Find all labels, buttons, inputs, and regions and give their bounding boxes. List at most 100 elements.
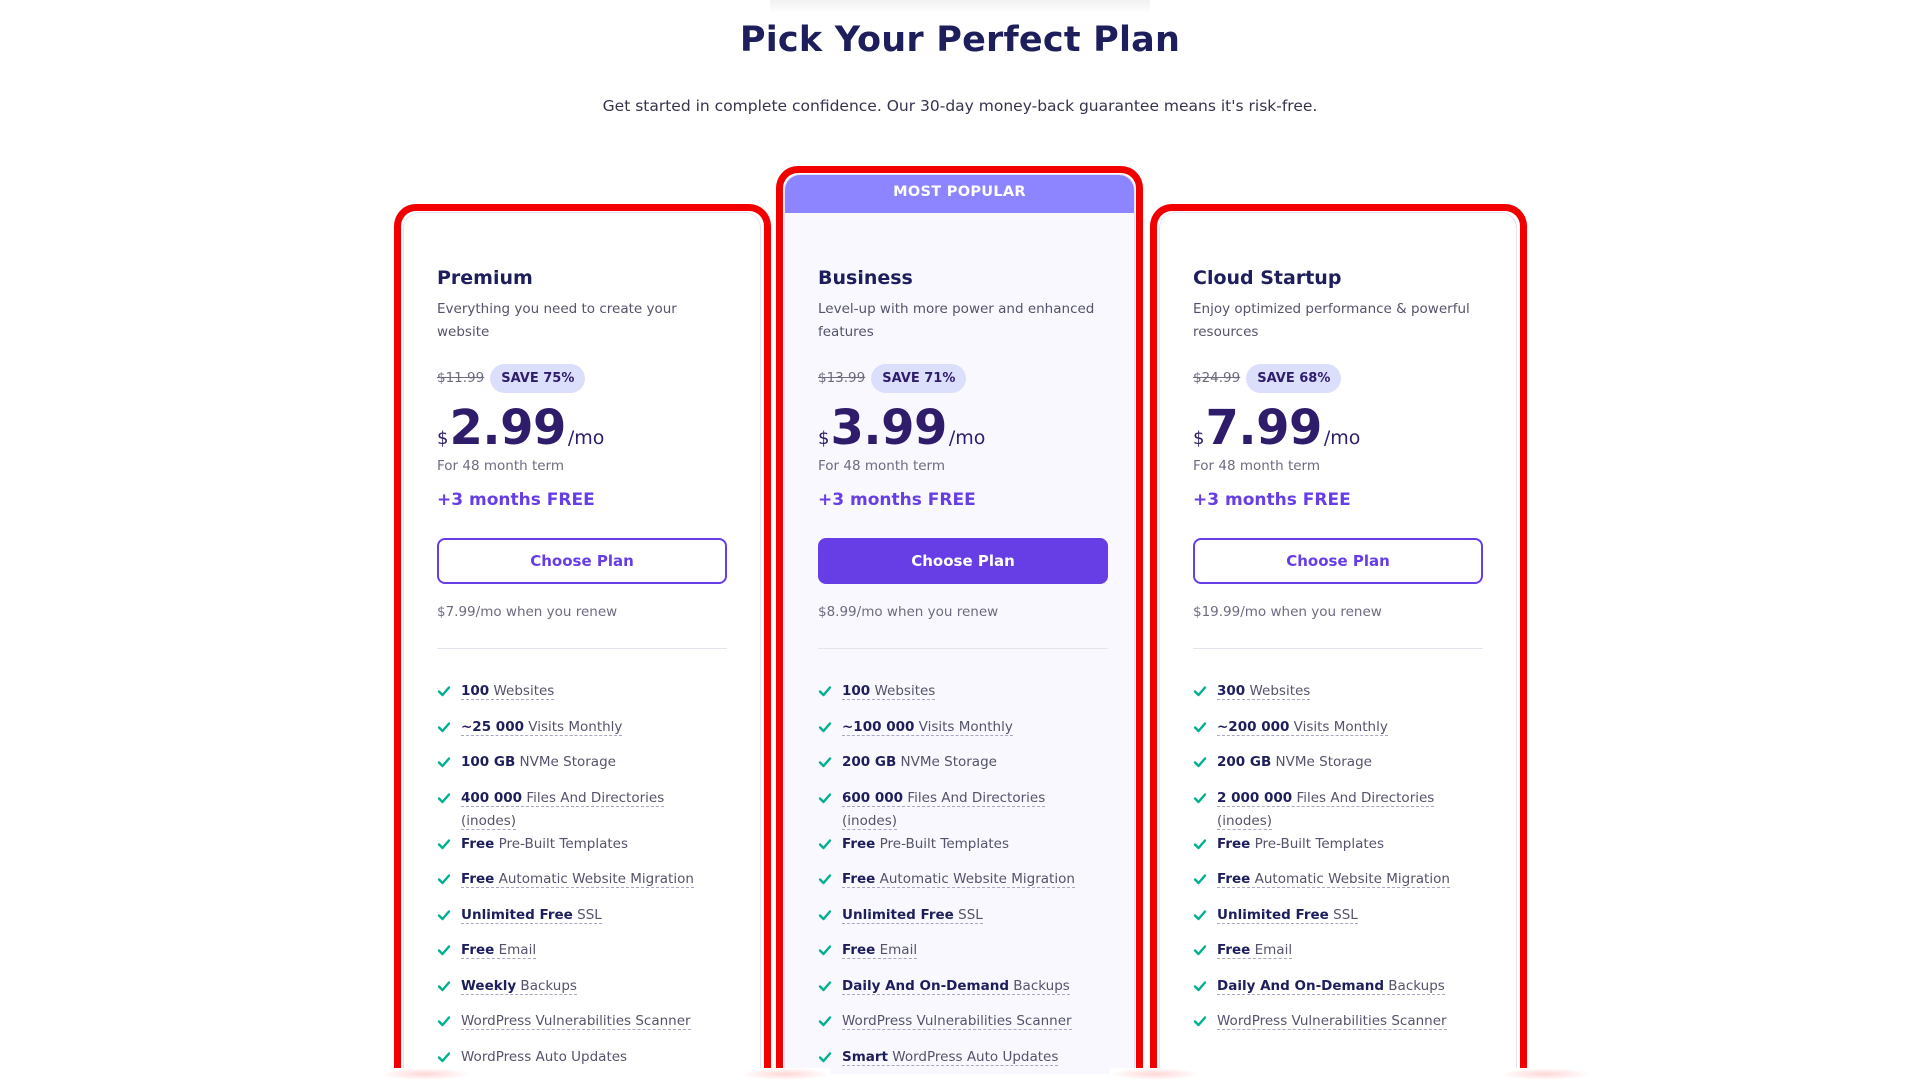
- check-icon: [1193, 980, 1207, 991]
- feature-text: Free Pre-Built Templates: [1217, 833, 1384, 856]
- bottom-fade: [1500, 1068, 1590, 1080]
- divider: [1193, 648, 1483, 649]
- discount-row: $24.99 SAVE 68%: [1193, 362, 1486, 394]
- check-icon: [1193, 686, 1207, 697]
- price: $ 2.99 /mo: [437, 400, 730, 456]
- feature-text[interactable]: Free Email: [842, 939, 918, 962]
- feature-item: WordPress Vulnerabilities Scanner: [1193, 1010, 1486, 1046]
- feature-text[interactable]: Daily And On-Demand Backups: [842, 975, 1070, 998]
- feature-text[interactable]: Unlimited Free SSL: [842, 904, 983, 927]
- feature-item: Free Automatic Website Migration: [437, 868, 730, 904]
- plan-description: Level-up with more power and enhanced fe…: [818, 301, 1095, 340]
- feature-text[interactable]: 100 Websites: [842, 680, 936, 703]
- feature-item: Free Pre-Built Templates: [437, 833, 730, 869]
- feature-text[interactable]: Weekly Backups: [461, 975, 577, 998]
- feature-text[interactable]: Daily And On-Demand Backups: [1217, 975, 1445, 998]
- bonus-offer: +3 months FREE: [818, 490, 976, 510]
- feature-highlight: 200 GB: [842, 754, 897, 770]
- feature-text[interactable]: 2 000 000 Files And Directories (inodes): [1217, 787, 1467, 833]
- feature-text[interactable]: Free Email: [461, 939, 537, 962]
- choose-plan-button[interactable]: Choose Plan: [1193, 538, 1483, 584]
- price-period: /mo: [948, 427, 986, 449]
- feature-item: Free Automatic Website Migration: [1193, 868, 1486, 904]
- feature-highlight: 100: [461, 683, 490, 699]
- feature-text[interactable]: ~25 000 Visits Monthly: [461, 716, 623, 739]
- feature-highlight: Unlimited Free: [842, 906, 954, 923]
- choose-plan-button[interactable]: Choose Plan: [437, 538, 727, 584]
- feature-label: WordPress Vulnerabilities Scanner: [461, 1013, 691, 1029]
- check-icon: [1193, 721, 1207, 732]
- feature-text[interactable]: 400 000 Files And Directories (inodes): [461, 787, 711, 833]
- feature-label: NVMe Storage: [1271, 754, 1372, 770]
- feature-text[interactable]: Free Automatic Website Migration: [842, 868, 1075, 891]
- feature-label: WordPress Auto Updates: [461, 1048, 628, 1065]
- check-icon: [437, 721, 451, 732]
- feature-text[interactable]: WordPress Vulnerabilities Scanner: [842, 1010, 1072, 1033]
- feature-text[interactable]: WordPress Vulnerabilities Scanner: [1217, 1010, 1447, 1033]
- feature-text: WordPress Auto Updates: [461, 1046, 627, 1069]
- feature-item: 200 GB NVMe Storage: [1193, 751, 1486, 787]
- feature-text[interactable]: 600 000 Files And Directories (inodes): [842, 787, 1092, 833]
- choose-plan-button[interactable]: Choose Plan: [818, 538, 1108, 584]
- price: $ 7.99 /mo: [1193, 400, 1486, 456]
- check-icon: [818, 792, 832, 803]
- feature-highlight: ~100 000: [842, 718, 915, 735]
- plan-card-body: Cloud Startup Enjoy optimized performanc…: [1193, 263, 1486, 1046]
- feature-label: Pre-Built Templates: [875, 835, 1010, 852]
- feature-highlight: Free: [842, 871, 876, 887]
- feature-label: Websites: [489, 683, 555, 699]
- feature-text[interactable]: Free Email: [1217, 939, 1293, 962]
- feature-text[interactable]: Smart WordPress Auto Updates: [842, 1046, 1059, 1069]
- feature-item: 400 000 Files And Directories (inodes): [437, 787, 730, 833]
- price-amount: 2.99: [449, 400, 566, 456]
- feature-item: 100 GB NVMe Storage: [437, 751, 730, 787]
- feature-text[interactable]: Free Automatic Website Migration: [1217, 868, 1450, 891]
- original-price: $24.99: [1193, 370, 1241, 386]
- feature-text: Free Pre-Built Templates: [461, 833, 628, 856]
- feature-label: Automatic Website Migration: [1250, 871, 1450, 887]
- plan-name: Premium: [437, 267, 533, 289]
- feature-label: Backups: [516, 977, 577, 994]
- feature-highlight: ~200 000: [1217, 718, 1290, 735]
- feature-label: Websites: [1245, 683, 1311, 699]
- feature-highlight: Unlimited Free: [1217, 906, 1329, 923]
- price-period: /mo: [1323, 427, 1361, 449]
- price-term: For 48 month term: [437, 458, 565, 474]
- feature-highlight: 100 GB: [461, 754, 516, 770]
- feature-highlight: Free: [1217, 942, 1251, 958]
- feature-item: 300 Websites: [1193, 680, 1486, 716]
- feature-list: 100 Websites ~25 000 Visits Monthly 100 GB…: [437, 680, 730, 1074]
- feature-text[interactable]: ~200 000 Visits Monthly: [1217, 716, 1388, 739]
- feature-label: WordPress Vulnerabilities Scanner: [1217, 1013, 1447, 1029]
- feature-item: ~100 000 Visits Monthly: [818, 716, 1104, 752]
- feature-text[interactable]: ~100 000 Visits Monthly: [842, 716, 1013, 739]
- feature-label: NVMe Storage: [515, 754, 616, 770]
- price-amount: 3.99: [830, 400, 947, 456]
- feature-item: Daily And On-Demand Backups: [1193, 975, 1486, 1011]
- feature-highlight: Free: [1217, 835, 1251, 852]
- plan-description: Enjoy optimized performance & powerful r…: [1193, 301, 1470, 340]
- check-icon: [1193, 792, 1207, 803]
- check-icon: [818, 1016, 832, 1027]
- feature-text[interactable]: Free Automatic Website Migration: [461, 868, 694, 891]
- check-icon: [437, 1016, 451, 1027]
- page-subtitle: Get started in complete confidence. Our …: [602, 97, 1318, 115]
- feature-label: SSL: [572, 906, 602, 923]
- check-icon: [437, 757, 451, 768]
- feature-text[interactable]: Unlimited Free SSL: [1217, 904, 1358, 927]
- save-badge: SAVE 75%: [490, 363, 586, 393]
- feature-label: Automatic Website Migration: [875, 871, 1075, 887]
- feature-label: Backups: [1009, 977, 1070, 994]
- feature-label: SSL: [953, 906, 983, 923]
- feature-item: Unlimited Free SSL: [818, 904, 1104, 940]
- feature-text[interactable]: 300 Websites: [1217, 680, 1311, 703]
- feature-text[interactable]: WordPress Vulnerabilities Scanner: [461, 1010, 691, 1033]
- feature-label: Pre-Built Templates: [1250, 835, 1385, 852]
- feature-text[interactable]: 100 Websites: [461, 680, 555, 703]
- feature-text[interactable]: Unlimited Free SSL: [461, 904, 602, 927]
- feature-item: Weekly Backups: [437, 975, 730, 1011]
- divider: [818, 648, 1108, 649]
- feature-item: Free Email: [437, 939, 730, 975]
- feature-list: 100 Websites ~100 000 Visits Monthly 200 G…: [818, 680, 1104, 1074]
- plan-name: Business: [818, 267, 913, 289]
